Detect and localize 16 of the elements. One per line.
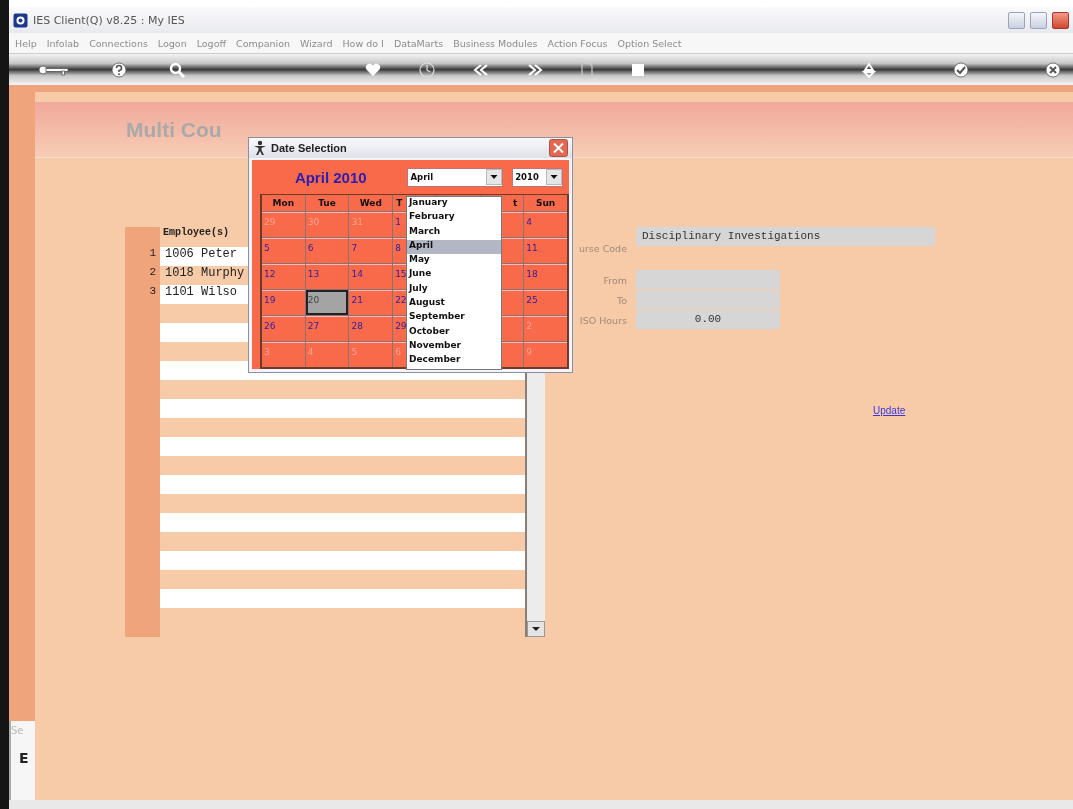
panel-label: E xyxy=(19,750,29,766)
weekday-header: Wed xyxy=(349,195,393,211)
row-number: 1 xyxy=(148,247,157,261)
month-year-heading: April 2010 xyxy=(293,168,368,186)
weekday-header: Sun xyxy=(524,195,567,211)
field-label: From xyxy=(602,274,628,286)
dialog-title: Date Selection xyxy=(271,142,348,154)
field-label: ISO Hours xyxy=(578,314,628,326)
weekday-header: Tue xyxy=(305,195,349,211)
row-number: 3 xyxy=(148,285,157,299)
field-label: To xyxy=(616,294,628,306)
field-label: urse Code xyxy=(577,243,628,254)
weekday-header: Mon xyxy=(262,195,305,211)
window-title: IES Client(Q) v8.25 : My IES xyxy=(33,13,185,27)
row-number: 2 xyxy=(148,266,157,280)
page-heading: Multi Cou xyxy=(126,117,222,142)
